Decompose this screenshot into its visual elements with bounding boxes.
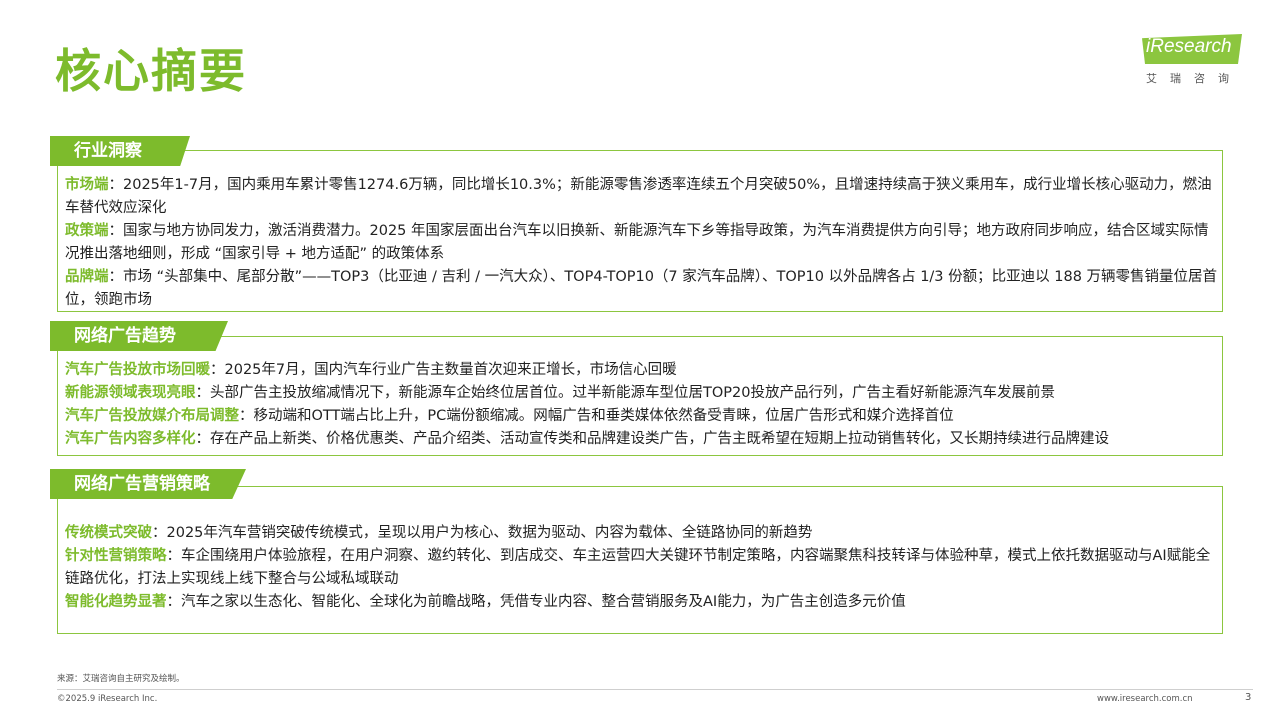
row-text: ：存在产品上新类、价格优惠类、产品介绍类、活动宣传类和品牌建设类广告，广告主既希… — [195, 431, 1110, 447]
section-row: 传统模式突破：2025年汽车营销突破传统模式，呈现以用户为核心、数据为驱动、内容… — [65, 522, 1220, 545]
source-note: 来源：艾瑞咨询自主研究及绘制。 — [57, 674, 185, 684]
row-text: ：市场 “头部集中、尾部分散”——TOP3（比亚迪 / 吉利 / 一汽大众）、T… — [65, 269, 1218, 308]
row-text: ：头部广告主投放缩减情况下，新能源车企始终位居首位。过半新能源车型位居TOP20… — [195, 385, 1055, 401]
row-keyword: 新能源领域表现亮眼 — [65, 385, 196, 401]
section-tag-industry: 行业洞察 — [50, 136, 190, 166]
footer-divider — [57, 689, 1253, 690]
logo-brand: iResearch — [1146, 36, 1232, 57]
iresearch-logo: iResearch 艾瑞咨询 — [1138, 34, 1248, 90]
page-title: 核心摘要 — [55, 44, 247, 98]
section-row: 新能源领域表现亮眼：头部广告主投放缩减情况下，新能源车企始终位居首位。过半新能源… — [65, 382, 1220, 405]
row-text: ：移动端和OTT端占比上升，PC端份额缩减。网幅广告和垂类媒体依然备受青睐，位居… — [239, 408, 954, 424]
row-keyword: 智能化趋势显著 — [65, 594, 167, 610]
row-keyword: 市场端 — [65, 177, 109, 193]
logo-subtitle: 艾瑞咨询 — [1146, 72, 1242, 85]
row-keyword: 汽车广告内容多样化 — [65, 431, 196, 447]
row-text: ：车企围绕用户体验旅程，在用户洞察、邀约转化、到店成交、车主运营四大关键环节制定… — [65, 548, 1211, 587]
row-text: ：2025年1-7月，国内乘用车累计零售1274.6万辆，同比增长10.3%；新… — [65, 177, 1212, 216]
section-row: 品牌端：市场 “头部集中、尾部分散”——TOP3（比亚迪 / 吉利 / 一汽大众… — [65, 266, 1220, 312]
row-keyword: 传统模式突破 — [65, 525, 152, 541]
section-tag-strategy: 网络广告营销策略 — [50, 469, 246, 499]
page-number: 3 — [1245, 692, 1252, 703]
row-keyword: 品牌端 — [65, 269, 109, 285]
section-row: 汽车广告投放媒介布局调整：移动端和OTT端占比上升，PC端份额缩减。网幅广告和垂… — [65, 405, 1220, 428]
row-keyword: 汽车广告投放媒介布局调整 — [65, 408, 239, 424]
row-text: ：2025年汽车营销突破传统模式，呈现以用户为核心、数据为驱动、内容为载体、全链… — [152, 525, 813, 541]
website-url: www.iresearch.com.cn — [1097, 694, 1193, 704]
copyright: ©2025.9 iResearch Inc. — [57, 694, 158, 704]
row-keyword: 针对性营销策略 — [65, 548, 167, 564]
row-text: ：2025年7月，国内汽车行业广告主数量首次迎来正增长，市场信心回暖 — [210, 362, 677, 378]
row-keyword: 政策端 — [65, 223, 109, 239]
row-keyword: 汽车广告投放市场回暖 — [65, 362, 210, 378]
row-text: ：汽车之家以生态化、智能化、全球化为前瞻战略，凭借专业内容、整合营销服务及AI能… — [166, 594, 906, 610]
section-row: 政策端：国家与地方协同发力，激活消费潜力。2025 年国家层面出台汽车以旧换新、… — [65, 220, 1220, 266]
section-row: 汽车广告内容多样化：存在产品上新类、价格优惠类、产品介绍类、活动宣传类和品牌建设… — [65, 428, 1220, 451]
row-text: ：国家与地方协同发力，激活消费潜力。2025 年国家层面出台汽车以旧换新、新能源… — [65, 223, 1209, 262]
section-row: 汽车广告投放市场回暖：2025年7月，国内汽车行业广告主数量首次迎来正增长，市场… — [65, 359, 1220, 382]
section-row: 针对性营销策略：车企围绕用户体验旅程，在用户洞察、邀约转化、到店成交、车主运营四… — [65, 545, 1220, 591]
section-row: 市场端：2025年1-7月，国内乘用车累计零售1274.6万辆，同比增长10.3… — [65, 174, 1220, 220]
section-tag-ad-trends: 网络广告趋势 — [50, 321, 228, 351]
section-row: 智能化趋势显著：汽车之家以生态化、智能化、全球化为前瞻战略，凭借专业内容、整合营… — [65, 591, 1220, 614]
